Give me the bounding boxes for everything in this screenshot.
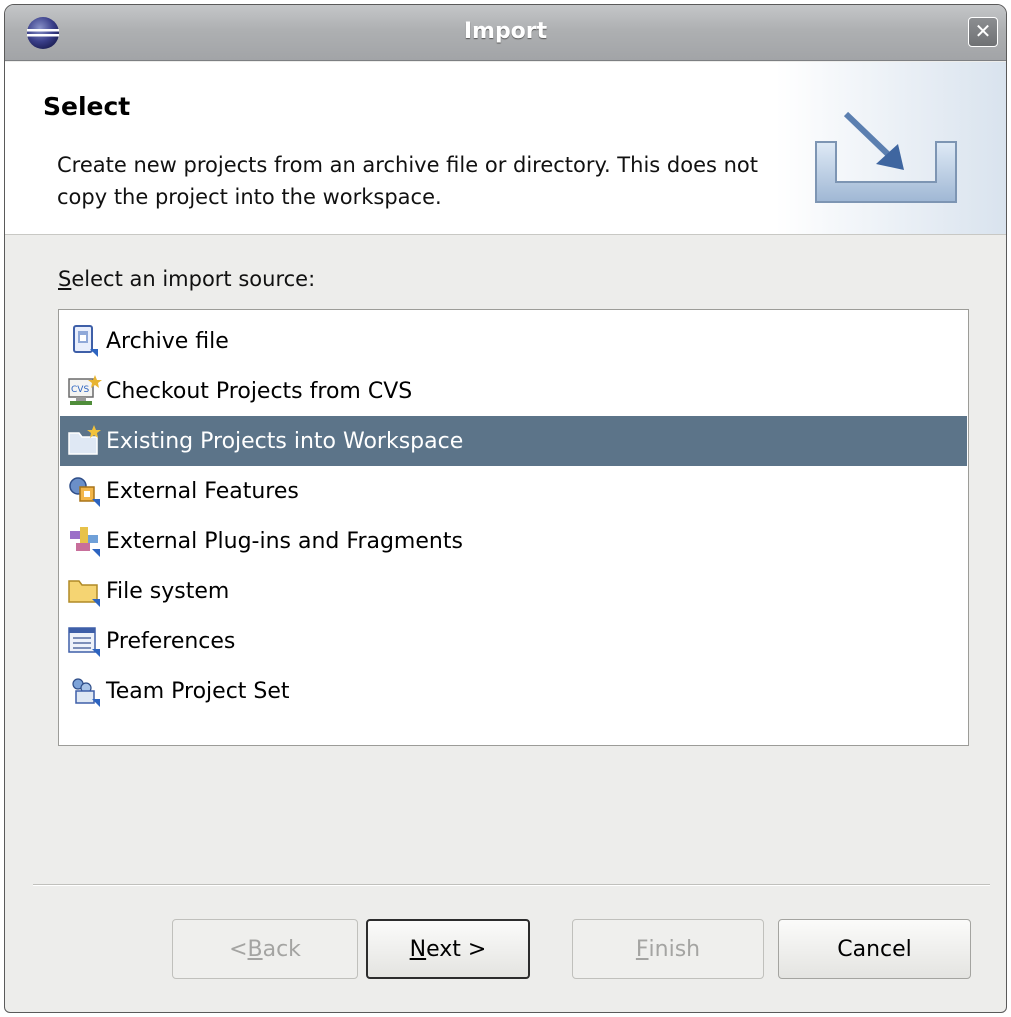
list-item-label: Existing Projects into Workspace bbox=[106, 428, 464, 454]
cancel-button-label: Cancel bbox=[837, 936, 912, 962]
footer-separator bbox=[33, 884, 990, 886]
cvs-icon: CVS bbox=[68, 375, 102, 405]
import-wizard-icon bbox=[776, 62, 1006, 234]
import-dialog: Import ✕ Select Create new projects from… bbox=[4, 4, 1007, 1013]
list-item-label: Archive file bbox=[106, 328, 229, 354]
page-description: Create new projects from an archive file… bbox=[57, 153, 758, 209]
finish-button[interactable]: Finish bbox=[572, 919, 764, 979]
list-item-archive-file[interactable]: Archive file bbox=[60, 316, 967, 366]
preferences-icon bbox=[68, 627, 100, 657]
cancel-button[interactable]: Cancel bbox=[778, 919, 971, 979]
import-source-label: Select an import source: bbox=[58, 267, 315, 291]
window-title: Import bbox=[463, 19, 548, 44]
back-button-mnemonic: B bbox=[247, 936, 263, 962]
list-item-label: Team Project Set bbox=[106, 678, 290, 704]
archive-file-icon bbox=[73, 325, 98, 357]
title-bar[interactable]: Import ✕ bbox=[5, 5, 1006, 61]
close-button[interactable]: ✕ bbox=[968, 17, 998, 47]
back-button[interactable]: < Back bbox=[172, 919, 358, 979]
external-plugins-icon bbox=[70, 527, 100, 557]
list-item-label: External Features bbox=[106, 478, 299, 504]
finish-button-text: inish bbox=[648, 936, 701, 962]
list-item-cvs[interactable]: CVS Checkout Projects from CVS bbox=[60, 366, 967, 416]
import-source-label-mnemonic: S bbox=[58, 267, 72, 291]
next-button[interactable]: Next > bbox=[366, 919, 530, 979]
list-item-external-features[interactable]: External Features bbox=[60, 466, 967, 516]
next-button-mnemonic: N bbox=[409, 936, 427, 962]
team-project-set-icon bbox=[72, 678, 100, 707]
close-icon: ✕ bbox=[974, 19, 992, 43]
finish-button-mnemonic: F bbox=[635, 936, 649, 962]
external-features-icon bbox=[69, 477, 100, 507]
existing-project-icon bbox=[68, 425, 101, 455]
folder-icon bbox=[68, 580, 100, 607]
back-button-text: ack bbox=[262, 936, 301, 962]
next-button-text: ext > bbox=[426, 936, 487, 962]
list-item-existing-projects[interactable]: Existing Projects into Workspace bbox=[60, 416, 967, 466]
wizard-banner: Select Create new projects from an archi… bbox=[5, 62, 1006, 235]
page-title: Select bbox=[43, 92, 131, 121]
list-item-label: File system bbox=[106, 578, 230, 604]
svg-text:CVS: CVS bbox=[71, 385, 89, 395]
import-source-tree[interactable]: Archive file CVS Checkout Projects from … bbox=[58, 309, 969, 746]
list-item-label: External Plug-ins and Fragments bbox=[106, 528, 463, 554]
list-item-label: Preferences bbox=[106, 628, 236, 654]
back-button-prefix: < bbox=[229, 936, 248, 962]
list-item-external-plugins[interactable]: External Plug-ins and Fragments bbox=[60, 516, 967, 566]
import-source-label-text: elect an import source: bbox=[71, 267, 316, 291]
list-item-file-system[interactable]: File system bbox=[60, 566, 967, 616]
list-item-preferences[interactable]: Preferences bbox=[60, 616, 967, 666]
list-item-team-project-set[interactable]: Team Project Set bbox=[60, 666, 967, 716]
list-item-label: Checkout Projects from CVS bbox=[106, 378, 413, 404]
